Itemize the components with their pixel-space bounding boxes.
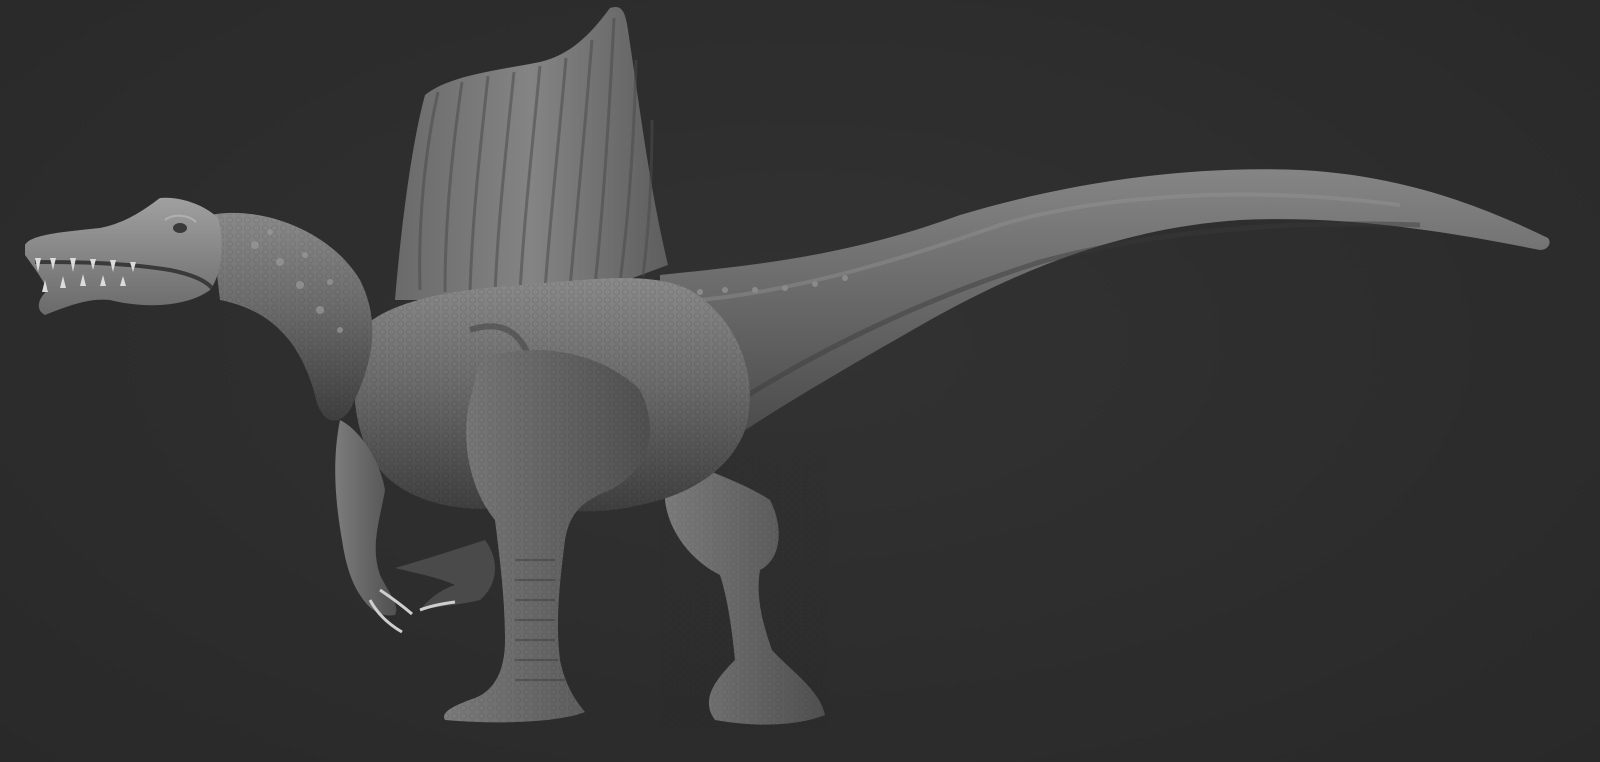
tail [660, 169, 1550, 440]
sculpt-viewport[interactable] [0, 0, 1600, 762]
dorsal-sail [395, 7, 668, 301]
far-arm [395, 540, 496, 612]
far-hind-leg [660, 450, 830, 730]
near-hind-leg [444, 350, 650, 723]
neck [210, 212, 373, 421]
head [25, 197, 222, 315]
spinosaurus-model [25, 7, 1550, 730]
